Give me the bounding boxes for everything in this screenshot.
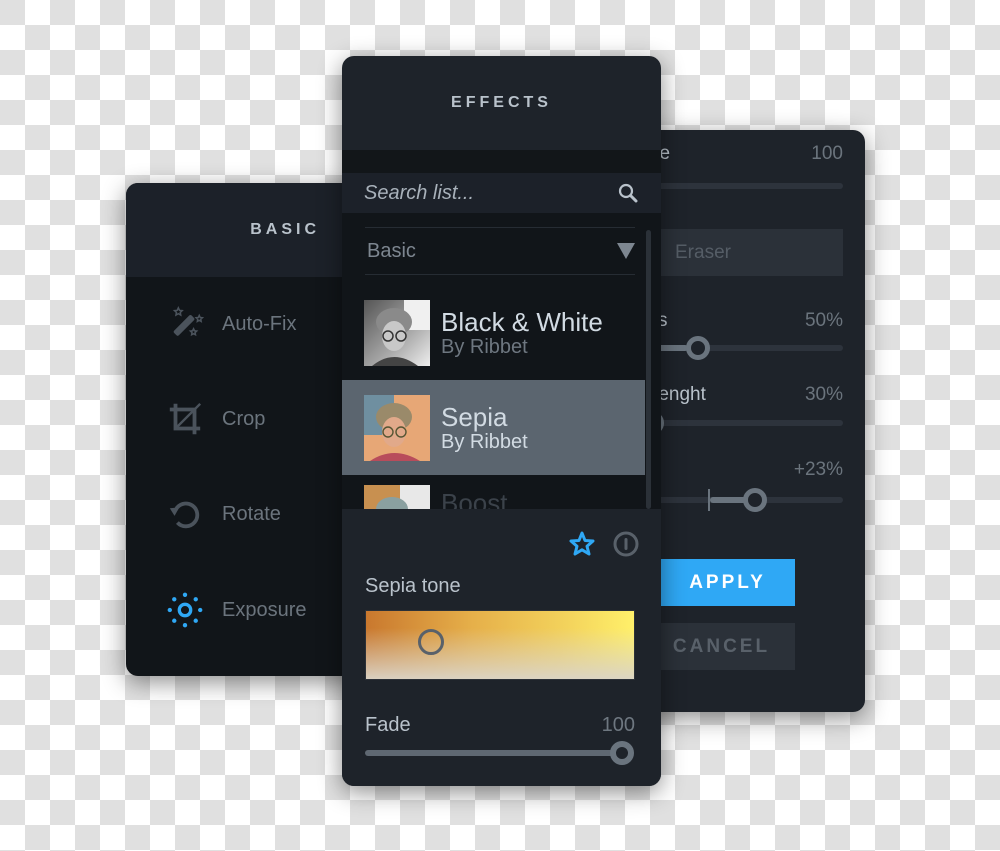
strength-slider[interactable] <box>640 411 843 435</box>
sepia-tone-picker[interactable] <box>365 610 635 680</box>
offset-center-mark <box>708 489 710 511</box>
hardness-slider[interactable] <box>640 336 843 360</box>
search-input[interactable] <box>364 181 594 205</box>
fade-knob[interactable] <box>610 741 634 765</box>
fade-value: 100 <box>601 714 635 736</box>
tone-picker-knob[interactable] <box>418 629 444 655</box>
size-value: 100 <box>811 143 843 164</box>
apply-button[interactable]: APPLY <box>640 559 795 606</box>
size-slider[interactable] <box>640 183 843 189</box>
tool-crop[interactable]: Crop <box>166 400 265 438</box>
star-icon[interactable] <box>568 530 596 558</box>
effect-thumbnail <box>364 394 430 461</box>
fade-label: Fade <box>365 714 411 736</box>
tool-auto-fix[interactable]: Auto-Fix <box>166 305 296 343</box>
effects-panel-title: EFFECTS <box>451 94 552 111</box>
hardness-knob[interactable] <box>686 336 710 360</box>
tool-auto-fix-label: Auto-Fix <box>222 312 297 335</box>
tool-exposure[interactable]: Exposure <box>166 591 307 629</box>
magic-wand-icon <box>172 306 204 337</box>
hardness-value: 50% <box>804 310 843 331</box>
strength-value: 30% <box>804 384 843 405</box>
effect-item-boost[interactable]: Boost <box>342 475 645 509</box>
effect-thumbnail <box>364 299 430 366</box>
effect-item-text: Black & White By Ribbet <box>441 308 603 358</box>
basic-panel: BASIC Auto-Fix Crop Rotate Exposure <box>126 183 366 676</box>
effect-item-text: Sepia By Ribbet <box>441 403 528 453</box>
tool-rotate-label: Rotate <box>222 502 281 525</box>
brush-panel: ze 100 Eraser s 50% renght 30% +23% <box>640 130 865 712</box>
effect-item-sepia[interactable]: Sepia By Ribbet <box>342 380 645 475</box>
rotate-icon <box>169 501 200 529</box>
size-row: ze 100 <box>640 143 843 165</box>
effect-name: Boost <box>441 488 508 509</box>
effect-name: Sepia <box>441 401 508 432</box>
offset-slider[interactable] <box>640 488 843 512</box>
effect-name: Black & White <box>441 306 603 337</box>
cancel-label: CANCEL <box>672 635 771 657</box>
effects-list: Basic Black & White By Ribbet Sepia By R… <box>342 213 661 509</box>
apply-label: APPLY <box>689 571 766 593</box>
basic-panel-header: BASIC <box>126 183 366 277</box>
sun-icon <box>167 592 203 628</box>
offset-knob[interactable] <box>743 488 767 512</box>
effects-panel-header: EFFECTS <box>342 56 661 150</box>
cancel-button[interactable]: CANCEL <box>640 623 795 670</box>
hardness-row: s 50% <box>640 310 843 332</box>
info-icon[interactable] <box>612 530 640 558</box>
offset-row: +23% <box>640 459 843 481</box>
basic-panel-title: BASIC <box>250 221 320 238</box>
header-divider <box>342 150 661 173</box>
sepia-tone-label: Sepia tone <box>365 575 461 597</box>
category-label: Basic <box>367 239 416 262</box>
search-icon[interactable] <box>617 182 639 204</box>
fade-slider[interactable] <box>365 750 622 756</box>
category-dropdown[interactable]: Basic <box>365 227 635 275</box>
effect-item-black-white[interactable]: Black & White By Ribbet <box>342 285 645 380</box>
chevron-down-icon <box>617 243 635 259</box>
effect-author: By Ribbet <box>441 335 528 358</box>
effect-detail: Sepia tone Fade 100 <box>342 509 661 786</box>
eraser-label: Eraser <box>675 241 731 263</box>
strength-row: renght 30% <box>640 384 843 406</box>
tool-exposure-label: Exposure <box>222 598 307 621</box>
tool-crop-label: Crop <box>222 407 266 430</box>
effect-author: By Ribbet <box>441 430 528 453</box>
search-bar <box>342 173 661 213</box>
list-scrollbar[interactable] <box>646 230 651 509</box>
tool-rotate[interactable]: Rotate <box>166 495 281 533</box>
eraser-button[interactable]: Eraser <box>640 229 843 276</box>
effect-item-text: Boost <box>441 489 508 509</box>
effect-thumbnail <box>364 485 430 509</box>
effects-panel: EFFECTS Basic Black & Whi <box>342 56 661 786</box>
crop-icon <box>169 402 202 435</box>
offset-value: +23% <box>793 459 843 480</box>
